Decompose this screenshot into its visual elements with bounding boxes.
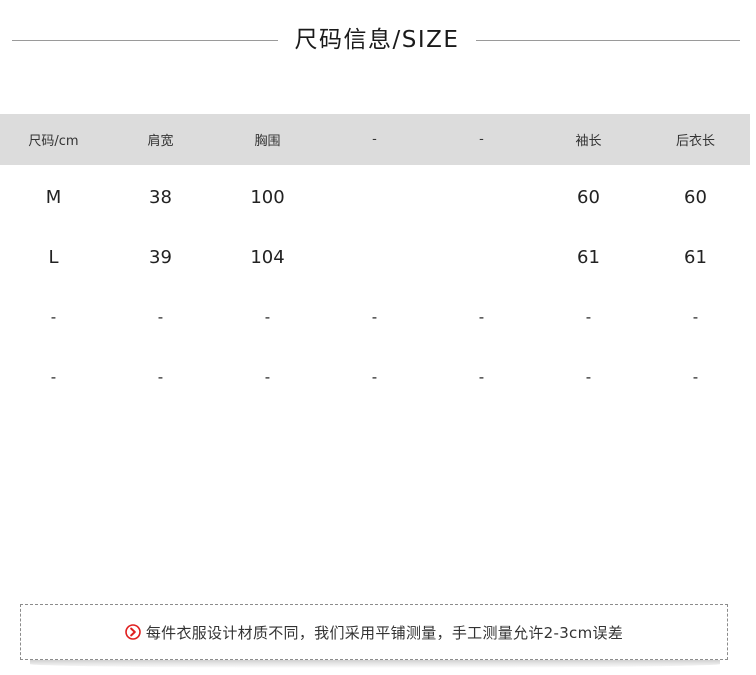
header-chest: 胸围 [254,134,281,149]
table-cell: 60 [577,186,600,208]
section-title: 尺码信息/SIZE [294,27,460,53]
table-header-row: 尺码/cm 肩宽 胸围 - - 袖长 后衣长 [0,114,750,165]
header-back-length: 后衣长 [675,134,715,149]
header-sleeve: 袖长 [575,134,602,149]
table-cell: M [45,186,62,208]
table-cell: - [585,368,592,386]
table-cell: - [264,308,271,326]
table-cell: 61 [577,246,600,268]
chevron-right-circle-icon [125,624,141,640]
table-cell: 39 [149,246,172,268]
table-cell: - [157,368,164,386]
table-row: - - - - - - - [0,347,750,407]
table-row: - - - - - - - [0,287,750,347]
table-cell: - [371,308,378,326]
table-cell: - [478,308,485,326]
table-cell: - [50,368,57,386]
header-size: 尺码/cm [28,134,79,149]
note-shadow [30,660,720,668]
table-cell: 100 [250,186,285,208]
table-cell: 104 [250,246,285,268]
table-cell: - [264,368,271,386]
table-cell: - [157,308,164,326]
measurement-note-text: 每件衣服设计材质不同，我们采用平铺测量，手工测量允许2-3cm误差 [145,623,624,642]
table-cell: 60 [684,186,707,208]
table-cell: - [585,308,592,326]
note-content: 每件衣服设计材质不同，我们采用平铺测量，手工测量允许2-3cm误差 [21,605,727,659]
header-blank-2: - [479,132,484,147]
table-cell: - [50,308,57,326]
table-cell: - [478,368,485,386]
table-cell: L [48,246,59,268]
measurement-note-box: 每件衣服设计材质不同，我们采用平铺测量，手工测量允许2-3cm误差 [20,604,728,660]
table-cell: - [371,368,378,386]
size-table: 尺码/cm 肩宽 胸围 - - 袖长 后衣长 M 38 100 60 60 L … [0,114,750,407]
table-cell: 38 [149,186,172,208]
header-shoulder: 肩宽 [147,134,174,149]
title-divider-right [476,40,740,41]
table-body: M 38 100 60 60 L 39 104 61 61 - - - - - … [0,165,750,407]
table-cell: 61 [684,246,707,268]
table-row: L 39 104 61 61 [0,227,750,287]
title-divider-left [12,40,278,41]
table-cell: - [692,308,699,326]
table-cell: - [692,368,699,386]
section-title-row: 尺码信息/SIZE [0,18,756,62]
table-row: M 38 100 60 60 [0,167,750,227]
header-blank-1: - [372,132,377,147]
